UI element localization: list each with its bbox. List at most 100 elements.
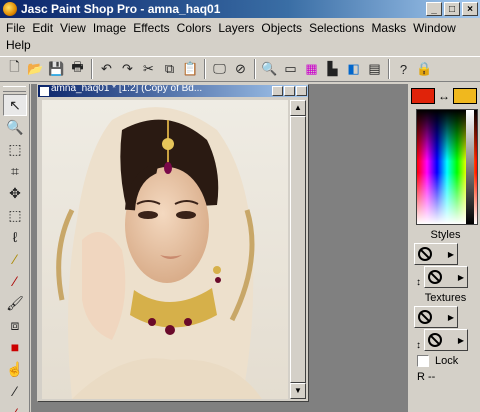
main-toolbar: 🗋 📂 💾 🖶 ↶ ↷ ✂ ⧉ 📋 🖵 ⊘ 🔍 ▭ ▦ ▙ ◧ ▤ ? 🔒 xyxy=(0,56,480,82)
deform-tool-icon[interactable]: ⬚ xyxy=(3,138,27,160)
menu-edit[interactable]: Edit xyxy=(30,21,58,35)
doc-close-button[interactable] xyxy=(296,86,307,96)
crop-tool-icon[interactable]: ⌗ xyxy=(3,160,27,182)
menu-help[interactable]: Help xyxy=(4,38,36,52)
dropdown-arrow-icon: ▶ xyxy=(447,249,454,259)
vertical-scrollbar[interactable]: ▲ ▼ xyxy=(290,100,306,399)
menu-objects[interactable]: Objects xyxy=(259,21,307,35)
scroll-down-button[interactable]: ▼ xyxy=(290,383,306,399)
context-help-icon[interactable]: ? xyxy=(393,59,414,79)
menu-file[interactable]: File xyxy=(4,21,30,35)
toolbar-separator xyxy=(388,59,390,79)
layer-palette-icon[interactable]: ◧ xyxy=(343,59,364,79)
minimize-button[interactable]: _ xyxy=(426,2,442,16)
document-title-bar[interactable]: amna_haq01 * [1:2] (Copy of Bd... xyxy=(38,85,308,97)
background-texture-button[interactable]: ▶ xyxy=(424,329,468,351)
swap-colors-icon[interactable]: ↔ xyxy=(435,89,453,103)
eraser-tool-icon[interactable]: ⁄ xyxy=(3,380,27,402)
scroll-thumb[interactable] xyxy=(290,116,306,383)
foreground-color-swatch[interactable] xyxy=(411,88,435,104)
magic-wand-icon[interactable]: ⁄ xyxy=(3,248,27,270)
null-texture-icon xyxy=(428,333,442,347)
swap-textures-icon[interactable]: ↕ xyxy=(416,340,421,351)
maximize-button[interactable]: □ xyxy=(444,2,460,16)
background-color-swatch[interactable] xyxy=(453,88,477,104)
null-texture-icon xyxy=(418,310,432,324)
swap-styles-icon[interactable]: ↕ xyxy=(416,277,421,288)
histogram-icon[interactable]: ▙ xyxy=(322,59,343,79)
menu-selections[interactable]: Selections xyxy=(307,21,369,35)
cut-icon[interactable]: ✂ xyxy=(138,59,159,79)
menu-masks[interactable]: Masks xyxy=(369,21,411,35)
grayscale-bar[interactable] xyxy=(466,110,474,224)
background-style-button[interactable]: ▶ xyxy=(424,266,468,288)
window-title: Jasc Paint Shop Pro - amna_haq01 xyxy=(21,2,221,16)
menu-layers[interactable]: Layers xyxy=(216,21,259,35)
selection-tool-icon[interactable]: ⬚ xyxy=(3,204,27,226)
portrait-image[interactable] xyxy=(42,100,288,399)
picture-tube-icon[interactable]: ⁄ xyxy=(3,402,27,412)
doc-minimize-button[interactable] xyxy=(272,86,283,96)
full-screen-preview-icon[interactable]: 🖵 xyxy=(209,59,230,79)
clone-brush-icon[interactable]: ⧈ xyxy=(3,314,27,336)
foreground-texture-button[interactable]: ▶ xyxy=(414,306,458,328)
dropper-icon[interactable]: ⁄ xyxy=(3,270,27,292)
color-replacer-icon[interactable]: ■ xyxy=(3,336,27,358)
toolbar-toggle-icon[interactable]: ▭ xyxy=(280,59,301,79)
mover-tool-icon[interactable]: ✥ xyxy=(3,182,27,204)
workspace: amna_haq01 * [1:2] (Copy of Bd... ▲ ▼ xyxy=(31,84,408,412)
document-title: amna_haq01 * [1:2] (Copy of Bd... xyxy=(51,85,203,94)
paste-icon[interactable]: 📋 xyxy=(180,59,201,79)
open-folder-icon[interactable]: 📂 xyxy=(25,59,46,79)
document-window: amna_haq01 * [1:2] (Copy of Bd... ▲ ▼ xyxy=(37,84,309,402)
toolbar-separator xyxy=(254,59,256,79)
save-icon[interactable]: 💾 xyxy=(46,59,67,79)
new-file-icon[interactable]: 🗋 xyxy=(4,59,25,79)
zoom-tool-icon[interactable]: 🔍 xyxy=(3,116,27,138)
dropdown-arrow-icon: ▶ xyxy=(457,335,464,345)
styles-label: Styles xyxy=(430,229,461,241)
portrait-illustration xyxy=(42,100,288,399)
freehand-selection-icon[interactable]: ℓ xyxy=(3,226,27,248)
title-bar: Jasc Paint Shop Pro - amna_haq01 _ □ × xyxy=(0,0,480,18)
lock-checkbox[interactable] xyxy=(417,355,429,367)
dropdown-arrow-icon: ▶ xyxy=(447,312,454,322)
copy-icon[interactable]: ⧉ xyxy=(159,59,180,79)
lock-icon[interactable]: 🔒 xyxy=(414,59,435,79)
tool-palette: ↖ 🔍 ⬚ ⌗ ✥ ⬚ ℓ ⁄ ⁄ 🖌 ⧈ ■ ☝ ⁄ ⁄ xyxy=(0,84,30,412)
doc-maximize-button[interactable] xyxy=(284,86,295,96)
redo-icon[interactable]: ↷ xyxy=(117,59,138,79)
color-palette: ↔ Styles ▶ ↕ ▶ Textures ▶ ↕ ▶ Lock R -- xyxy=(411,84,480,412)
color-palette-icon[interactable]: ▦ xyxy=(301,59,322,79)
dropdown-arrow-icon: ▶ xyxy=(457,272,464,282)
scroll-up-button[interactable]: ▲ xyxy=(290,100,306,116)
color-spectrum[interactable] xyxy=(416,109,478,225)
no-entry-icon[interactable]: ⊘ xyxy=(230,59,251,79)
print-icon[interactable]: 🖶 xyxy=(67,59,88,79)
lock-option[interactable]: Lock xyxy=(417,355,480,367)
undo-icon[interactable]: ↶ xyxy=(96,59,117,79)
toolbar-separator xyxy=(204,59,206,79)
menu-bar: File Edit View Image Effects Colors Laye… xyxy=(0,18,480,54)
app-icon[interactable] xyxy=(3,2,17,16)
menu-window[interactable]: Window xyxy=(411,21,461,35)
null-style-icon xyxy=(428,270,442,284)
retouch-tool-icon[interactable]: ☝ xyxy=(3,358,27,380)
document-icon[interactable] xyxy=(40,86,49,96)
foreground-style-button[interactable]: ▶ xyxy=(414,243,458,265)
null-style-icon xyxy=(418,247,432,261)
textures-label: Textures xyxy=(424,292,467,304)
rgb-readout: R -- xyxy=(417,371,436,383)
overview-window-icon[interactable]: ▤ xyxy=(364,59,385,79)
toolbar-separator xyxy=(91,59,93,79)
menu-colors[interactable]: Colors xyxy=(175,21,217,35)
palette-grip[interactable] xyxy=(3,86,26,92)
menu-image[interactable]: Image xyxy=(91,21,131,35)
close-button[interactable]: × xyxy=(462,2,478,16)
paint-brush-icon[interactable]: 🖌 xyxy=(3,292,27,314)
lock-label: Lock xyxy=(435,355,459,367)
menu-view[interactable]: View xyxy=(58,21,91,35)
zoom-tool-icon[interactable]: 🔍 xyxy=(259,59,280,79)
pointer-tool-icon[interactable]: ↖ xyxy=(3,94,27,116)
menu-effects[interactable]: Effects xyxy=(131,21,174,35)
